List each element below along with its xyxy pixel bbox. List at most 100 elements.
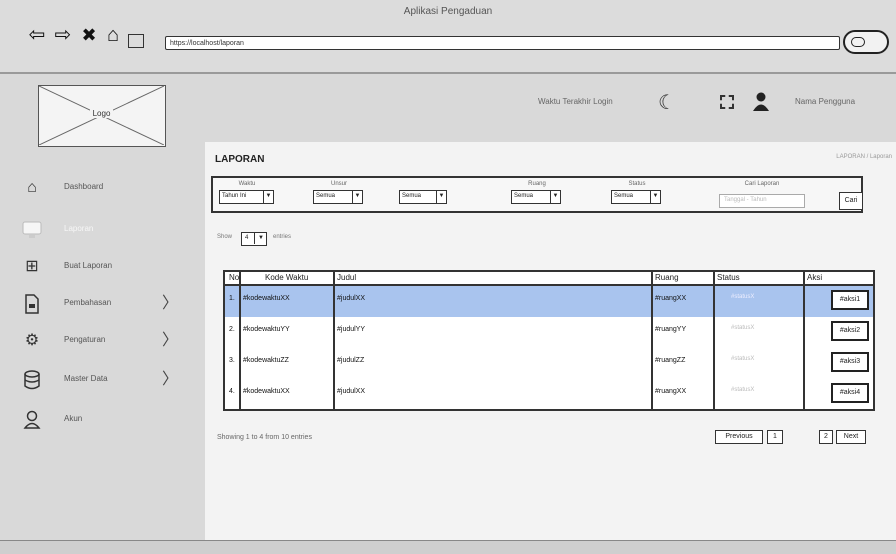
column-header-status: Status <box>717 273 740 282</box>
sidebar-item-label: Master Data <box>64 374 108 383</box>
user-name[interactable]: Nama Pengguna <box>795 97 855 106</box>
table-divider <box>803 272 805 409</box>
sidebar-item-label: Buat Laporan <box>64 261 113 270</box>
forward-icon[interactable]: ⇨ <box>52 24 74 46</box>
moon-icon[interactable]: ☾ <box>658 90 676 115</box>
pagination-page-1[interactable]: 1 <box>767 430 783 444</box>
database-icon <box>24 370 40 390</box>
back-icon[interactable]: ⇦ <box>26 24 48 46</box>
table-row[interactable]: 2. #kodewaktuYY #judulYY #ruangYY #statu… <box>225 317 873 348</box>
user-icon <box>23 410 41 429</box>
chevron-down-icon: ▼ <box>650 191 660 203</box>
last-login-text: Waktu Terakhir Login <box>538 97 613 106</box>
filter-waktu-select[interactable]: Tahun Ini ▼ <box>219 190 274 204</box>
table-row[interactable]: 1. #kodewaktuXX #judulXX #ruangXX #statu… <box>225 286 873 317</box>
cell-status: #statusX <box>731 356 755 362</box>
chevron-right-icon: 〉 <box>162 332 179 349</box>
close-icon[interactable]: ✖ <box>78 24 100 46</box>
fullscreen-icon[interactable] <box>720 95 734 109</box>
cell-judul: #judulXX <box>337 388 366 395</box>
filter-ruang-select[interactable]: Semua ▼ <box>511 190 561 204</box>
cell-no: 4. <box>229 388 235 395</box>
cell-kode: #kodewaktuXX <box>243 295 290 302</box>
table-row[interactable]: 3. #kodewaktuZZ #judulZZ #ruangZZ #statu… <box>225 348 873 379</box>
filter-status-select[interactable]: Semua ▼ <box>611 190 661 204</box>
filter-unsur: Unsur <box>313 181 365 187</box>
action-button[interactable]: #aksi3 <box>831 352 869 372</box>
page-icon <box>128 34 144 48</box>
home-icon[interactable]: ⌂ <box>102 24 124 46</box>
status-bar <box>0 540 896 554</box>
select-value: 4 <box>245 235 249 241</box>
chevron-down-icon: ▼ <box>436 191 446 203</box>
sidebar-item-label: Dashboard <box>64 182 104 191</box>
cell-status: #statusX <box>731 294 755 300</box>
chevron-down-icon: ▼ <box>254 233 267 244</box>
cell-no: 2. <box>229 326 235 333</box>
plus-square-icon: ⊞ <box>25 258 39 275</box>
show-label: Show <box>217 234 233 240</box>
pagination-next[interactable]: Next <box>836 430 866 444</box>
cell-ruang: #ruangYY <box>655 326 687 333</box>
table-row[interactable]: 4. #kodewaktuXX #judulXX #ruangXX #statu… <box>225 379 873 410</box>
pagination-page-2[interactable]: 2 <box>819 430 833 444</box>
column-header-kode: Kode Waktu <box>265 273 309 282</box>
select-value: Tahun Ini <box>222 193 247 199</box>
table-divider <box>713 272 715 409</box>
chevron-down-icon: ▼ <box>352 191 362 203</box>
select-value: Semua <box>514 193 534 199</box>
select-value: Semua <box>614 193 634 199</box>
sidebar-item-label: Laporan <box>64 224 94 233</box>
filter-label: Ruang <box>528 181 546 187</box>
action-button[interactable]: #aksi2 <box>831 321 869 341</box>
filter-ruang: Ruang <box>511 181 563 187</box>
search-button[interactable] <box>843 30 889 54</box>
breadcrumb[interactable]: LAPORAN / Laporan <box>836 154 892 160</box>
filter-status: Status <box>611 181 663 187</box>
search-submit-button[interactable]: Cari <box>839 192 863 210</box>
cell-judul: #judulYY <box>337 326 366 333</box>
filter-label: Unsur <box>330 181 347 187</box>
url-bar[interactable]: https://localhost/laporan <box>165 36 840 50</box>
action-button[interactable]: #aksi1 <box>831 290 869 310</box>
sidebar-item-label: Akun <box>64 414 83 423</box>
cell-ruang: #ruangXX <box>655 388 687 395</box>
entries-select[interactable]: 4 ▼ <box>241 232 267 246</box>
date-range-input[interactable]: Tanggal - Tahun <box>719 194 805 208</box>
column-header-judul: Judul <box>337 273 357 282</box>
user-icon[interactable] <box>752 92 770 112</box>
table-divider <box>651 272 653 409</box>
cell-kode: #kodewaktuZZ <box>243 357 289 364</box>
monitor-icon <box>22 221 42 238</box>
logo-label: Logo <box>89 109 114 118</box>
filter-unsur-select[interactable]: Semua ▼ <box>313 190 363 204</box>
filter-panel: Waktu Tahun Ini ▼ Unsur Semua ▼ Semua ▼ … <box>211 176 863 213</box>
filter-third-select[interactable]: Semua ▼ <box>399 190 447 204</box>
cell-status: #statusX <box>731 387 755 393</box>
chevron-down-icon: ▼ <box>550 191 560 203</box>
sidebar-item-label: Pengaturan <box>64 335 106 344</box>
cell-judul: #judulXX <box>337 295 366 302</box>
table-divider <box>225 284 873 286</box>
cell-judul: #judulZZ <box>337 357 365 364</box>
column-header-no: No <box>229 273 240 282</box>
filter-waktu: Waktu <box>219 181 275 187</box>
cell-ruang: #ruangZZ <box>655 357 686 364</box>
select-value: Semua <box>402 193 422 199</box>
chevron-right-icon: 〉 <box>162 371 179 388</box>
filter-label: Status <box>628 181 646 187</box>
chevron-right-icon: 〉 <box>162 295 179 312</box>
document-icon <box>25 294 39 314</box>
sidebar-item-label: Pembahasan <box>64 298 112 307</box>
page-title: LAPORAN <box>215 154 265 165</box>
select-value: Semua <box>316 193 336 199</box>
action-button[interactable]: #aksi4 <box>831 383 869 403</box>
table-info: Showing 1 to 4 from 10 entries <box>217 434 312 441</box>
pagination-previous[interactable]: Previous <box>715 430 763 444</box>
logo: Logo <box>38 85 166 147</box>
filter-date: Cari Laporan <box>719 181 805 187</box>
chevron-down-icon: ▼ <box>263 191 273 203</box>
table-divider <box>239 272 241 409</box>
window-title: Aplikasi Pengaduan <box>403 6 493 17</box>
cell-kode: #kodewaktuXX <box>243 388 290 395</box>
